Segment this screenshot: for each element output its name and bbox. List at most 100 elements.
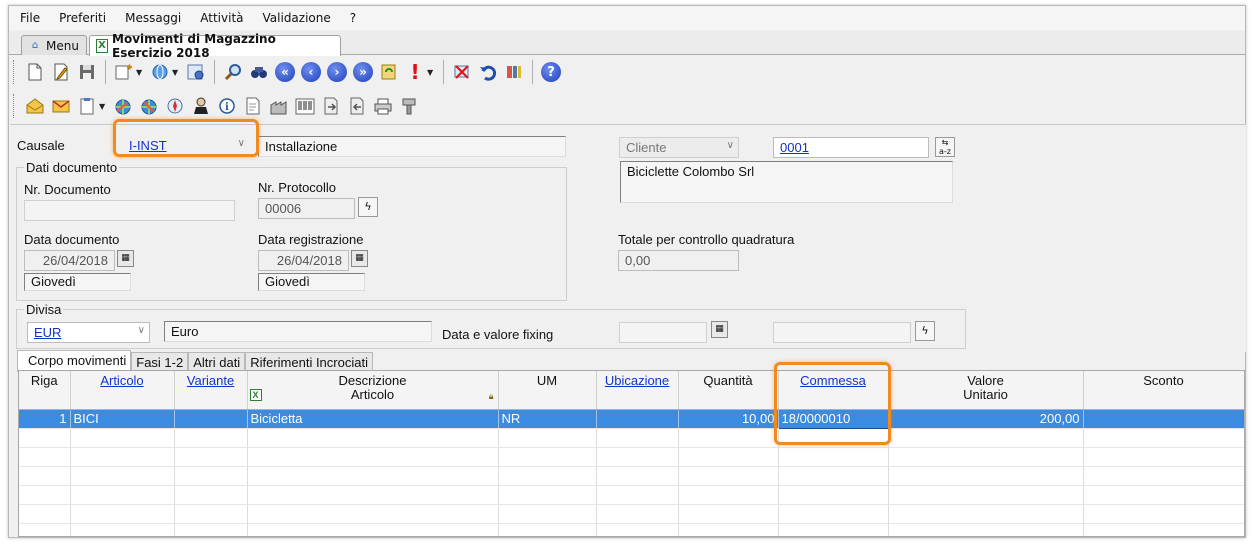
col-riga[interactable]: Riga [19,371,71,410]
table-row[interactable] [19,523,1244,536]
calendar-icon[interactable]: ▦ [351,250,368,267]
search-icon[interactable] [222,61,244,83]
menu-messaggi[interactable]: Messaggi [125,11,181,25]
cliente-type-combo[interactable]: Cliente ∨ [619,137,739,158]
menu-validazione[interactable]: Validazione [263,11,331,25]
settings-icon[interactable] [185,61,207,83]
last-icon[interactable]: » [352,61,374,83]
mail-open-icon[interactable] [24,95,46,117]
tools-icon[interactable] [503,61,525,83]
nr-protocollo-field[interactable]: 00006 [258,198,355,219]
calendar-icon[interactable]: ▦ [711,321,728,338]
first-icon[interactable]: « [274,61,296,83]
col-ubicazione-link[interactable]: Ubicazione [605,373,669,388]
new-icon[interactable] [24,61,46,83]
col-variante[interactable]: Variante [174,371,248,410]
delete-icon[interactable] [451,61,473,83]
col-quantita[interactable]: Quantità [678,371,779,410]
menu-help[interactable]: ? [350,11,356,25]
undo-icon[interactable] [477,61,499,83]
nr-documento-field[interactable] [24,200,235,221]
lightning-icon[interactable]: ϟ [358,197,378,217]
cell-sconto[interactable] [1083,409,1244,429]
col-valore[interactable]: Valore Unitario [888,371,1084,410]
col-ubicazione[interactable]: Ubicazione [596,371,679,410]
clipboard-dropdown-icon[interactable]: ▼ [99,102,107,111]
web-alt-icon[interactable] [138,95,160,117]
calendar-icon[interactable]: ▦ [117,250,134,267]
col-variante-link[interactable]: Variante [187,373,234,388]
compass-icon[interactable] [164,95,186,117]
tab-menu[interactable]: ⌂ Menu [21,35,87,55]
cell-riga[interactable]: 1 [19,409,71,429]
web-icon[interactable] [112,95,134,117]
scanner-icon[interactable] [398,95,420,117]
refresh-icon[interactable] [378,61,400,83]
col-articolo[interactable]: Articolo [70,371,175,410]
next-icon[interactable]: › [326,61,348,83]
col-sconto[interactable]: Sconto [1083,371,1244,410]
chevron-down-icon[interactable]: ∨ [138,325,145,336]
prev-icon[interactable]: ‹ [300,61,322,83]
table-row[interactable] [19,447,1244,467]
clipboard-icon[interactable] [76,95,98,117]
tab-altri-dati[interactable]: Altri dati [188,352,246,372]
totale-field[interactable]: 0,00 [618,250,739,271]
barcode-icon[interactable] [294,95,316,117]
tab-corpo-movimenti[interactable]: Corpo movimenti [17,350,132,372]
save-icon[interactable] [76,61,98,83]
insert-icon[interactable] [113,61,135,83]
table-row[interactable] [19,504,1244,524]
table-row[interactable]: 1 BICI Bicicletta NR 10,00 18/0000010 20… [19,408,1244,429]
document-icon[interactable] [242,95,264,117]
print-icon[interactable] [372,95,394,117]
tab-fasi[interactable]: Fasi 1-2 [131,352,189,372]
menu-attivita[interactable]: Attività [200,11,243,25]
tab-riferimenti[interactable]: Riferimenti Incrociati [245,352,373,372]
table-row[interactable] [19,428,1244,448]
insert-dropdown-icon[interactable]: ▼ [136,68,144,77]
cliente-code[interactable]: 0001 [780,140,809,155]
info-icon[interactable]: i [216,95,238,117]
data-documento-field[interactable]: 26/04/2018 [24,250,115,271]
edit-icon[interactable] [50,61,72,83]
view-icon[interactable] [149,61,171,83]
menu-preferiti[interactable]: Preferiti [59,11,106,25]
user-icon[interactable] [190,95,212,117]
cell-quantita[interactable]: 10,00 [678,409,779,429]
factory-icon[interactable] [268,95,290,117]
cell-valore[interactable]: 200,00 [888,409,1084,429]
mail-icon[interactable] [50,95,72,117]
toolbar-grip-2[interactable] [13,94,16,118]
cell-articolo[interactable]: BICI [70,409,175,429]
chevron-down-icon[interactable]: ∨ [727,140,734,151]
alert-icon[interactable]: ! [404,61,426,83]
cell-um[interactable]: NR [498,409,597,429]
table-row[interactable] [19,466,1244,486]
import-icon[interactable] [346,95,368,117]
menu-file[interactable]: File [20,11,40,25]
export-icon[interactable] [320,95,342,117]
lightning-icon[interactable]: ϟ [915,321,935,341]
cell-ubicazione[interactable] [596,409,679,429]
cliente-code-field[interactable]: 0001 [773,137,929,158]
help-icon[interactable]: ? [540,61,562,83]
excel-icon[interactable]: X [249,389,262,401]
divisa-code[interactable]: EUR [34,325,61,340]
col-um[interactable]: UM [498,371,597,410]
divisa-combo[interactable]: EUR ∨ [27,322,150,343]
alert-dropdown-icon[interactable]: ▼ [427,68,435,77]
fixing-date-field[interactable] [619,322,707,343]
tab-movimenti[interactable]: X Movimenti di Magazzino Esercizio 2018 [89,32,341,60]
view-dropdown-icon[interactable]: ▼ [172,68,180,77]
col-articolo-link[interactable]: Articolo [100,373,143,388]
cell-variante[interactable] [174,409,248,429]
toolbar-grip[interactable] [13,60,16,84]
sort-az-icon[interactable]: ⇆ a-z [935,137,955,157]
fixing-value-field[interactable] [773,322,911,343]
data-registrazione-field[interactable]: 26/04/2018 [258,250,349,271]
cell-descrizione[interactable]: Bicicletta [247,409,499,429]
binoculars-icon[interactable] [248,61,270,83]
table-row[interactable] [19,485,1244,505]
col-descrizione[interactable]: X Descrizione Articolo 🔒︎ [247,371,499,410]
